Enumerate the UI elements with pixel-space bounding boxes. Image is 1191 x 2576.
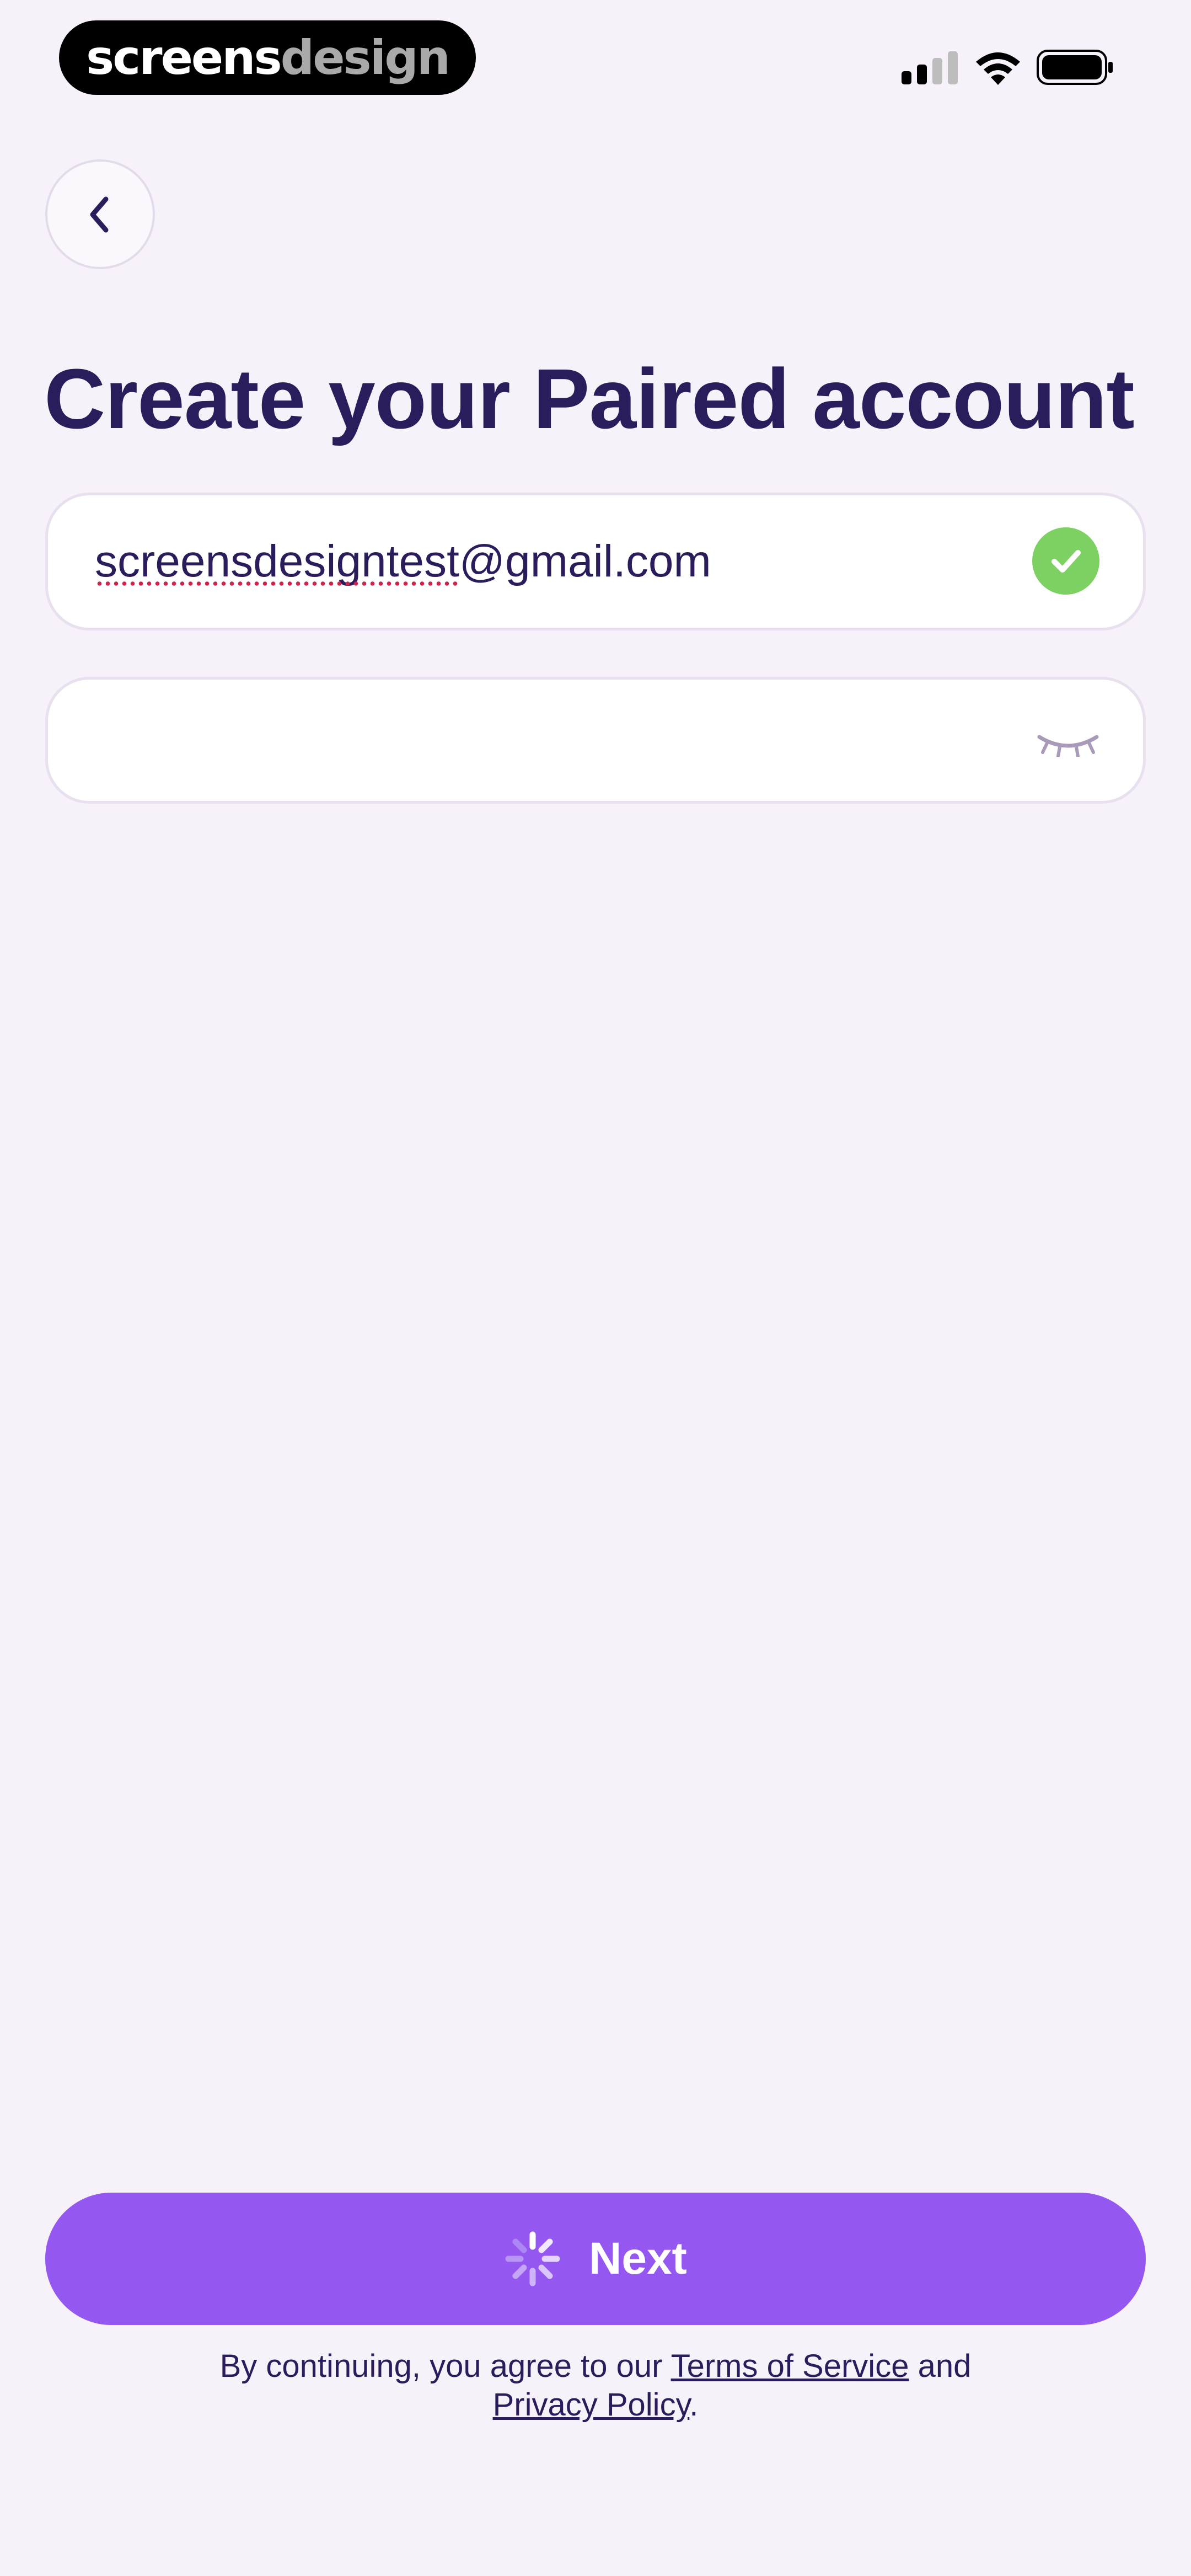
password-field[interactable] — [45, 677, 1146, 804]
eye-closed-icon[interactable] — [1035, 729, 1101, 757]
cellular-signal-icon — [902, 51, 958, 84]
next-button-label: Next — [589, 2233, 687, 2284]
page-title: Create your Paired account — [44, 351, 1135, 446]
legal-text: By continuing, you agree to our Terms of… — [99, 2347, 1092, 2424]
check-circle-icon — [1032, 527, 1099, 595]
battery-icon — [1037, 50, 1113, 85]
email-input-value[interactable]: screensdesigntest@gmail.com — [95, 495, 711, 628]
brand-badge: screens design — [59, 20, 476, 95]
terms-of-service-link[interactable]: Terms of Service — [671, 2348, 909, 2384]
legal-suffix: . — [689, 2387, 699, 2423]
privacy-policy-link[interactable]: Privacy Policy — [493, 2387, 690, 2423]
chevron-left-icon — [90, 196, 108, 232]
email-field[interactable]: screensdesigntest@gmail.com — [45, 493, 1146, 630]
brand-text-2: design — [280, 30, 450, 85]
spellcheck-underline — [95, 581, 459, 586]
legal-prefix: By continuing, you agree to our — [219, 2348, 663, 2384]
legal-and: and — [918, 2348, 972, 2384]
wifi-icon — [976, 52, 1020, 85]
next-button[interactable]: Next — [45, 2193, 1146, 2325]
spinner-icon — [505, 2231, 560, 2286]
back-button[interactable] — [45, 159, 155, 269]
brand-text-1: screens — [86, 30, 282, 85]
